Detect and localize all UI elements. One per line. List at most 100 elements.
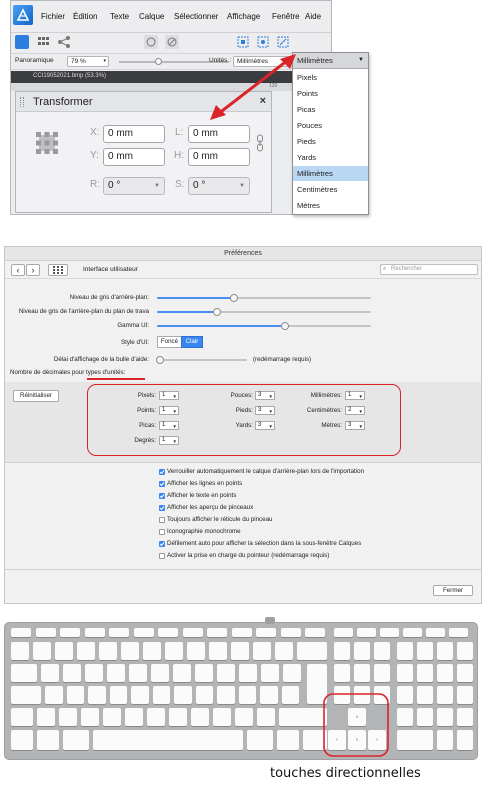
niveau-gris-slider[interactable] [157, 294, 371, 302]
checkbox-4[interactable] [159, 517, 165, 523]
checkbox-1[interactable] [159, 481, 165, 487]
unit-option-pixels[interactable]: Pixels [293, 70, 368, 85]
style-fonce-button[interactable]: Foncé [157, 336, 181, 348]
menu-fichier[interactable]: Fichier [41, 12, 65, 21]
decimal-select-millimetres[interactable]: 1 ▼ [345, 391, 365, 400]
menu-texte[interactable]: Texte [110, 12, 129, 21]
unit-option-pouces[interactable]: Pouces [293, 118, 368, 133]
function-key [60, 628, 80, 637]
key [147, 708, 165, 726]
menu-affichage[interactable]: Affichage [227, 12, 260, 21]
decimal-select-degres[interactable]: 1 ▼ [159, 436, 179, 445]
r-label: R: [90, 179, 100, 190]
r-dropdown[interactable]: 0 ° ▼ [103, 177, 165, 195]
units-dropdown-list[interactable]: Millimètres ▼ Pixels Points Picas Pouces… [292, 52, 369, 215]
key [125, 708, 143, 726]
delai-note: (redémarrage requis) [253, 356, 312, 363]
decimal-select-picas[interactable]: 1 ▼ [159, 421, 179, 430]
designer-persona-icon[interactable] [15, 35, 29, 49]
reset-button[interactable]: Réinitialiser [13, 390, 59, 402]
decimal-select-points[interactable]: 1 ▼ [159, 406, 179, 415]
chain-link-icon[interactable] [256, 134, 264, 154]
checkbox-0[interactable] [159, 469, 165, 475]
delai-knob[interactable] [155, 356, 164, 364]
decimal-label-picas: Picas: [139, 422, 156, 429]
nav-key [334, 664, 350, 682]
gamma-knob[interactable] [281, 322, 290, 330]
pan-tool-icon[interactable] [144, 35, 158, 49]
niveau-gris-plan-slider[interactable] [157, 308, 371, 316]
checkbox-7[interactable] [159, 553, 165, 559]
s-dropdown[interactable]: 0 ° ▼ [188, 177, 250, 195]
menu-aide[interactable]: Aide [305, 12, 321, 21]
units-dropdown-header[interactable]: Millimètres ▼ [293, 53, 368, 69]
key [275, 642, 293, 660]
function-key [158, 628, 178, 637]
menu-selectionner[interactable]: Sélectionner [174, 12, 218, 21]
function-key [84, 628, 105, 637]
decimal-select-pieds[interactable]: 3 ▼ [255, 406, 275, 415]
snap-icon[interactable] [236, 35, 250, 49]
menu-calque[interactable]: Calque [139, 12, 164, 21]
style-clair-button[interactable]: Clair [181, 336, 203, 348]
checkbox-6[interactable] [159, 541, 165, 547]
key [257, 708, 275, 726]
search-input[interactable]: ⌕ Rechercher [380, 264, 478, 275]
key [165, 642, 183, 660]
nav-key [354, 664, 370, 682]
delai-slider[interactable] [155, 356, 247, 364]
unit-option-metres[interactable]: Mètres [293, 198, 368, 213]
key [173, 664, 191, 682]
key [121, 642, 139, 660]
close-button[interactable]: Fermer [433, 585, 473, 596]
grip-icon[interactable] [20, 97, 24, 107]
forward-button[interactable]: › [26, 264, 40, 276]
checkbox-3[interactable] [159, 505, 165, 511]
niveau-gris-plan-knob[interactable] [212, 308, 221, 316]
key [45, 686, 63, 704]
numpad-zero-key [397, 730, 433, 750]
decimal-value-yards: 3 [258, 422, 262, 428]
menu-fenetre[interactable]: Fenêtre [272, 12, 300, 21]
unit-option-millimetres[interactable]: Millimètres [293, 166, 368, 181]
checkbox-2[interactable] [159, 493, 165, 499]
gamma-slider[interactable] [157, 322, 371, 330]
shape-tool-icon[interactable] [165, 35, 179, 49]
h-field[interactable]: 0 mm [188, 148, 250, 166]
decimal-select-yards[interactable]: 3 ▼ [255, 421, 275, 430]
y-field[interactable]: 0 mm [103, 148, 165, 166]
unit-option-picas[interactable]: Picas [293, 102, 368, 117]
unit-option-pieds[interactable]: Pieds [293, 134, 368, 149]
anchor-grid-icon[interactable] [36, 132, 58, 154]
nav-key [334, 642, 350, 660]
zoom-field[interactable]: 79 % ▾ [67, 56, 109, 67]
unit-option-yards[interactable]: Yards [293, 150, 368, 165]
decimal-select-pixels[interactable]: 1 ▼ [159, 391, 179, 400]
preferences-toolbar: ‹ › Interface utilisateur ⌕ Rechercher [5, 261, 481, 279]
l-field[interactable]: 0 mm [188, 125, 250, 143]
align-icon[interactable] [256, 35, 270, 49]
x-field[interactable]: 0 mm [103, 125, 165, 143]
numpad-key [457, 730, 473, 750]
persona-grid-icon[interactable] [37, 35, 51, 49]
decimal-select-pouces[interactable]: 3 ▼ [255, 391, 275, 400]
niveau-gris-knob[interactable] [230, 294, 239, 302]
grid-icon[interactable] [48, 264, 68, 276]
menu-edition[interactable]: Édition [73, 12, 97, 21]
unit-option-centimetres[interactable]: Centimètres [293, 182, 368, 197]
decimal-select-metres[interactable]: 3 ▼ [345, 421, 365, 430]
back-button[interactable]: ‹ [11, 264, 25, 276]
crop-icon[interactable] [276, 35, 290, 49]
share-icon[interactable] [57, 35, 71, 49]
zoom-slider-knob[interactable] [155, 58, 162, 65]
app-logo-icon[interactable] [13, 5, 33, 25]
checkbox-5[interactable] [159, 529, 165, 535]
numpad-key [437, 642, 453, 660]
s-label: S: [175, 179, 185, 190]
dropdown-arrow-icon: ▼ [268, 424, 273, 429]
unit-option-points[interactable]: Points [293, 86, 368, 101]
decimal-select-centimetres[interactable]: 2 ▼ [345, 406, 365, 415]
decimal-label-yards: Yards: [235, 422, 253, 429]
cmd-key [247, 730, 273, 750]
tab-key [11, 664, 37, 682]
